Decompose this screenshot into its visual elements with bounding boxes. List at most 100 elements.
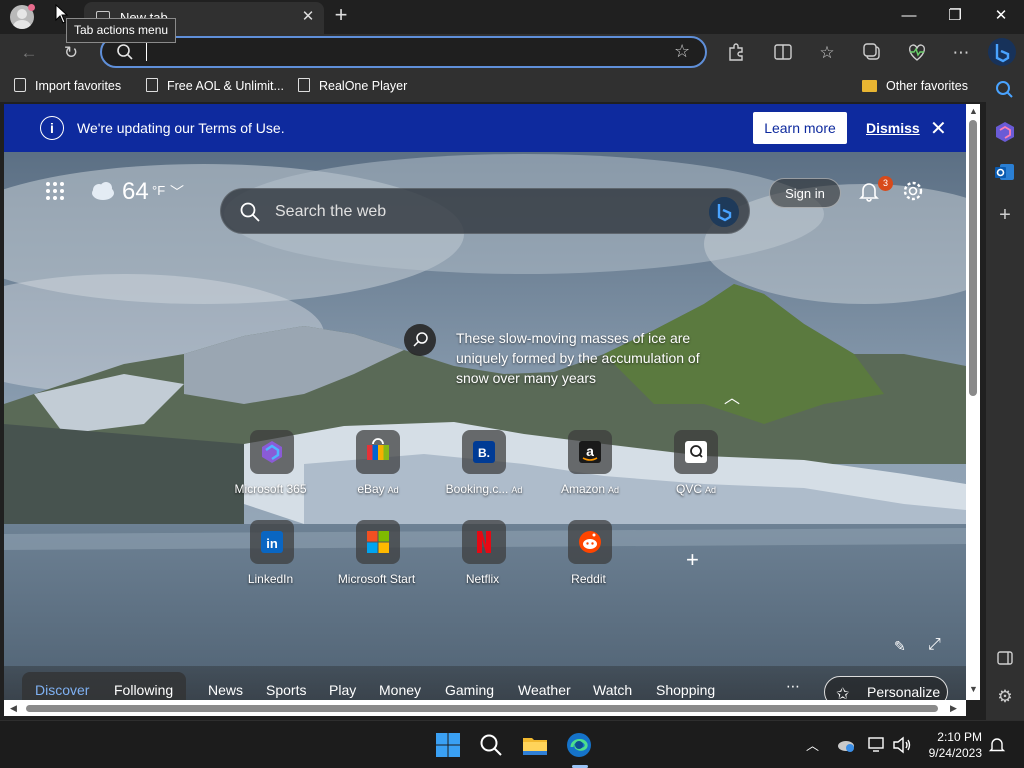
tab-close-icon[interactable]: ✕ (298, 7, 318, 27)
extensions-icon[interactable] (726, 42, 746, 62)
page-settings-gear-icon[interactable] (902, 180, 924, 202)
edge-browser-icon[interactable] (563, 729, 595, 761)
feed-tab-news[interactable]: News (208, 682, 243, 698)
more-feed-icon[interactable]: ⋯ (786, 678, 800, 695)
feed-tab-watch[interactable]: Watch (593, 682, 632, 698)
address-bar[interactable]: ☆ (100, 36, 707, 68)
network-icon[interactable] (867, 736, 887, 754)
feed-tab-discover[interactable]: Discover (35, 682, 89, 698)
minimize-button[interactable]: — (886, 0, 932, 32)
feed-tab-gaming[interactable]: Gaming (445, 682, 494, 698)
sidebar-settings-icon[interactable]: ⚙ (991, 683, 1019, 711)
sidebar-outlook-icon[interactable] (991, 158, 1019, 186)
feed-tab-sports[interactable]: Sports (266, 682, 306, 698)
tile-label-text: Booking.c... (445, 482, 509, 496)
onedrive-icon[interactable] (836, 737, 856, 753)
restore-button[interactable]: ❐ (932, 0, 978, 32)
notifications-bell-icon[interactable] (858, 180, 880, 202)
quick-link-microsoft-start[interactable]: Microsoft Start (332, 520, 424, 590)
horizontal-scroll-thumb[interactable] (26, 705, 938, 712)
horizontal-scrollbar[interactable]: ◀ ▶ (4, 700, 966, 716)
web-search-input[interactable] (275, 202, 675, 222)
linkedin-icon: in (250, 520, 294, 564)
web-search-box[interactable] (220, 188, 750, 234)
mouse-cursor-icon (55, 4, 69, 24)
bing-copilot-icon[interactable] (987, 36, 1017, 68)
tile-label: eBay Ad (322, 482, 434, 496)
new-tab-button[interactable]: + (330, 4, 352, 28)
image-info-search-icon[interactable] (404, 324, 436, 356)
feed-tab-money[interactable]: Money (379, 682, 421, 698)
sidebar-search-icon[interactable] (991, 76, 1019, 104)
banner-message: We're updating our Terms of Use. (77, 120, 285, 136)
tile-label-text: Netflix (465, 572, 500, 586)
sign-in-button[interactable]: Sign in (769, 178, 841, 208)
favorite-label: Import favorites (35, 79, 122, 93)
feed-tab-play[interactable]: Play (329, 682, 356, 698)
feed-tab-shopping[interactable]: Shopping (656, 682, 715, 698)
info-icon: i (40, 116, 64, 140)
ad-badge: Ad (608, 485, 620, 495)
quick-link-linkedin[interactable]: in LinkedIn (226, 520, 318, 590)
tile-label: Microsoft 365 (216, 482, 328, 496)
bing-icon[interactable] (709, 197, 739, 227)
close-window-button[interactable]: ✕ (978, 0, 1024, 32)
apps-launcher-icon[interactable] (46, 182, 66, 202)
scroll-right-arrow-icon[interactable]: ▶ (950, 703, 957, 714)
expand-icon[interactable]: ⤢ (928, 636, 941, 654)
hide-sidebar-icon[interactable] (991, 644, 1019, 672)
image-caption[interactable]: These slow-moving masses of ice are uniq… (456, 328, 726, 388)
quick-link-reddit[interactable]: Reddit (544, 520, 636, 590)
learn-more-button[interactable]: Learn more (753, 112, 847, 144)
quick-link-booking[interactable]: B. Booking.c... Ad (438, 430, 530, 500)
favorite-star-icon[interactable]: ☆ (674, 41, 690, 62)
show-hidden-icons-chevron-icon[interactable]: ︿ (806, 735, 819, 754)
chevron-down-icon[interactable]: ﹀ (170, 182, 184, 202)
tile-label: LinkedIn (216, 572, 328, 586)
quick-link-ebay[interactable]: eBay Ad (332, 430, 424, 500)
sidebar-copilot-icon[interactable] (991, 118, 1019, 146)
favorites-icon[interactable]: ☆ (812, 38, 842, 68)
new-tab-page: i We're updating our Terms of Use. Learn… (4, 104, 966, 716)
amazon-icon: a (568, 430, 612, 474)
favorite-import[interactable]: Import favorites (14, 76, 121, 96)
quick-link-netflix[interactable]: Netflix (438, 520, 530, 590)
vertical-scroll-thumb[interactable] (969, 120, 977, 396)
file-explorer-icon[interactable] (519, 729, 551, 761)
collections-icon[interactable] (862, 42, 882, 62)
dismiss-link[interactable]: Dismiss (866, 120, 920, 136)
split-screen-icon[interactable] (773, 42, 793, 62)
scroll-down-arrow-icon[interactable]: ▼ (969, 684, 978, 694)
favorite-label: RealOne Player (319, 79, 408, 93)
other-favorites[interactable]: Other favorites (862, 76, 968, 96)
temperature[interactable]: 64 (122, 178, 149, 206)
windows-start-icon[interactable] (432, 729, 464, 761)
quick-link-qvc[interactable]: QVC Ad (650, 430, 742, 500)
scroll-left-arrow-icon[interactable]: ◀ (10, 703, 17, 714)
volume-icon[interactable] (892, 736, 912, 754)
favorite-aol[interactable]: Free AOL & Unlimit... (146, 76, 284, 96)
back-icon[interactable]: ← (14, 38, 44, 68)
clock-date[interactable]: 9/24/2023 (920, 746, 982, 760)
edit-background-icon[interactable]: ✎ (894, 638, 906, 655)
scroll-up-arrow-icon[interactable]: ▲ (969, 106, 978, 116)
quick-link-microsoft365[interactable]: Microsoft 365 (226, 430, 318, 500)
sidebar-add-icon[interactable]: + (991, 201, 1019, 229)
clock-time[interactable]: 2:10 PM (924, 730, 982, 744)
favorite-realone[interactable]: RealOne Player (298, 76, 407, 96)
notification-center-bell-icon[interactable] (988, 736, 1006, 754)
profile-status-dot (28, 4, 35, 11)
cloud-icon[interactable] (88, 180, 116, 202)
feed-tab-following[interactable]: Following (114, 682, 173, 698)
address-input[interactable] (146, 43, 616, 61)
chevron-up-icon[interactable]: ︿ (724, 384, 740, 408)
quick-link-amazon[interactable]: a Amazon Ad (544, 430, 636, 500)
page-icon (146, 78, 158, 92)
feed-tab-weather[interactable]: Weather (518, 682, 571, 698)
browser-essentials-icon[interactable] (906, 42, 928, 62)
add-quick-link-icon[interactable]: + (686, 547, 699, 573)
banner-close-icon[interactable]: ✕ (930, 116, 947, 141)
taskbar-search-icon[interactable] (475, 729, 507, 761)
more-menu-icon[interactable]: ⋯ (946, 38, 976, 68)
vertical-scrollbar[interactable]: ▲ ▼ (966, 104, 980, 700)
